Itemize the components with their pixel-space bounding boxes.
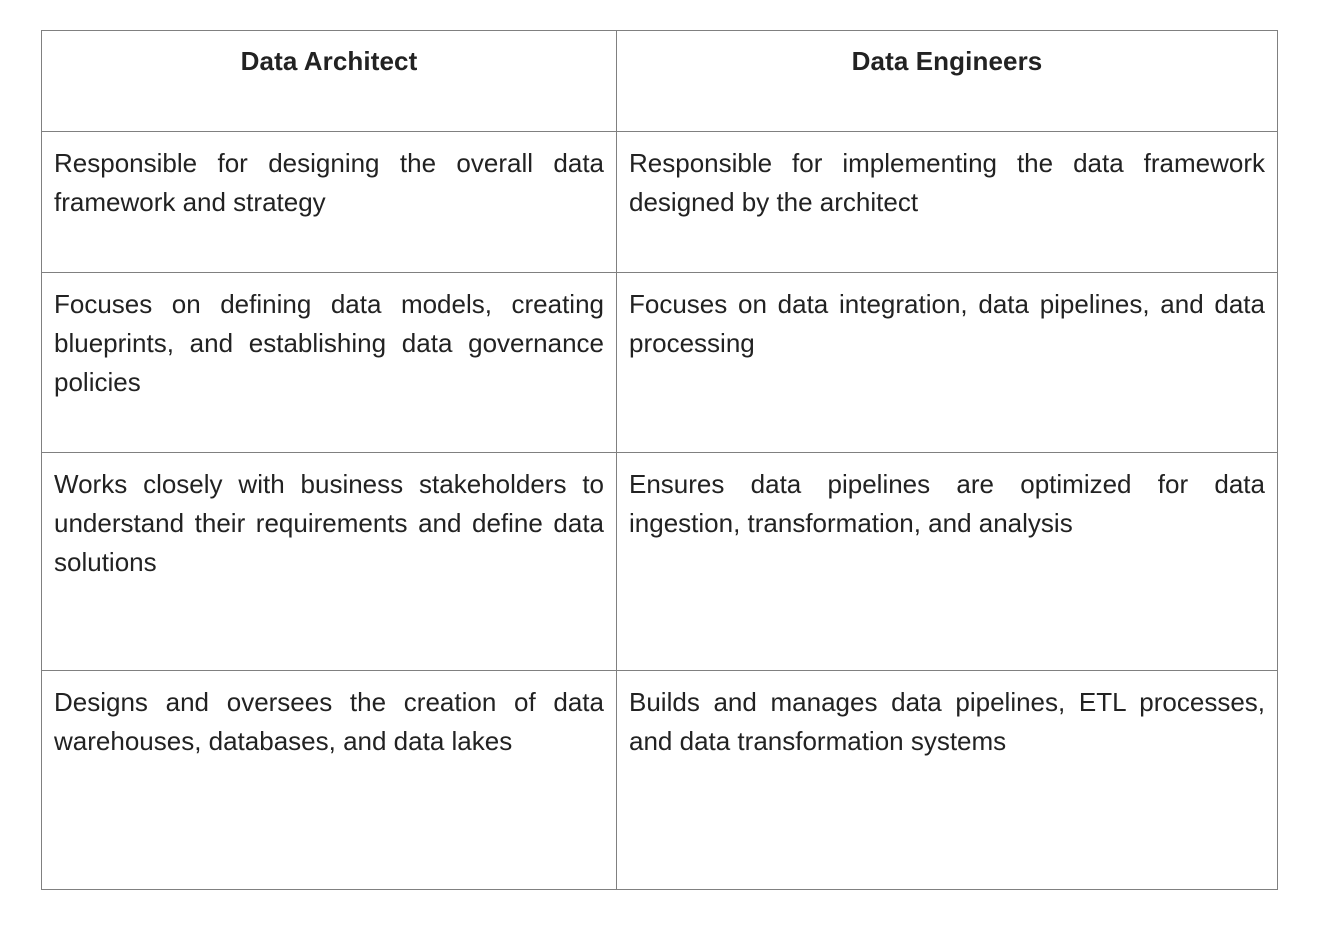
cell-engineer-row3: Ensures data pipelines are optimized for… (616, 452, 1278, 671)
cell-engineer-row4: Builds and manages data pipelines, ETL p… (616, 670, 1278, 890)
cell-architect-row3: Works closely with business stakeholders… (41, 452, 617, 671)
page-root: Data Architect Data Engineers Responsibl… (0, 0, 1322, 932)
table-row: Focuses on defining data models, creatin… (41, 272, 1278, 453)
table-row: Works closely with business stakeholders… (41, 452, 1278, 671)
cell-text: Builds and manages data pipelines, ETL p… (629, 687, 1265, 756)
column-header-data-architect: Data Architect (41, 30, 617, 132)
cell-text: Responsible for implementing the data fr… (629, 148, 1265, 217)
table-row: Designs and oversees the creation of dat… (41, 670, 1278, 890)
cell-architect-row4: Designs and oversees the creation of dat… (41, 670, 617, 890)
table-header: Data Architect Data Engineers (41, 30, 1278, 132)
cell-text: Works closely with business stakeholders… (54, 469, 604, 577)
cell-architect-row1: Responsible for designing the overall da… (41, 131, 617, 273)
cell-text: Focuses on data integration, data pipeli… (629, 289, 1265, 358)
table-header-row: Data Architect Data Engineers (41, 30, 1278, 132)
cell-text: Designs and oversees the creation of dat… (54, 687, 604, 756)
cell-text: Ensures data pipelines are optimized for… (629, 469, 1265, 538)
table-body: Responsible for designing the overall da… (41, 131, 1278, 890)
column-header-data-engineers: Data Engineers (616, 30, 1278, 132)
cell-engineer-row1: Responsible for implementing the data fr… (616, 131, 1278, 273)
cell-text: Responsible for designing the overall da… (54, 148, 604, 217)
comparison-table: Data Architect Data Engineers Responsibl… (41, 30, 1278, 890)
comparison-table-container: Data Architect Data Engineers Responsibl… (41, 30, 1278, 890)
cell-architect-row2: Focuses on defining data models, creatin… (41, 272, 617, 453)
table-row: Responsible for designing the overall da… (41, 131, 1278, 273)
cell-text: Focuses on defining data models, creatin… (54, 289, 604, 397)
cell-engineer-row2: Focuses on data integration, data pipeli… (616, 272, 1278, 453)
